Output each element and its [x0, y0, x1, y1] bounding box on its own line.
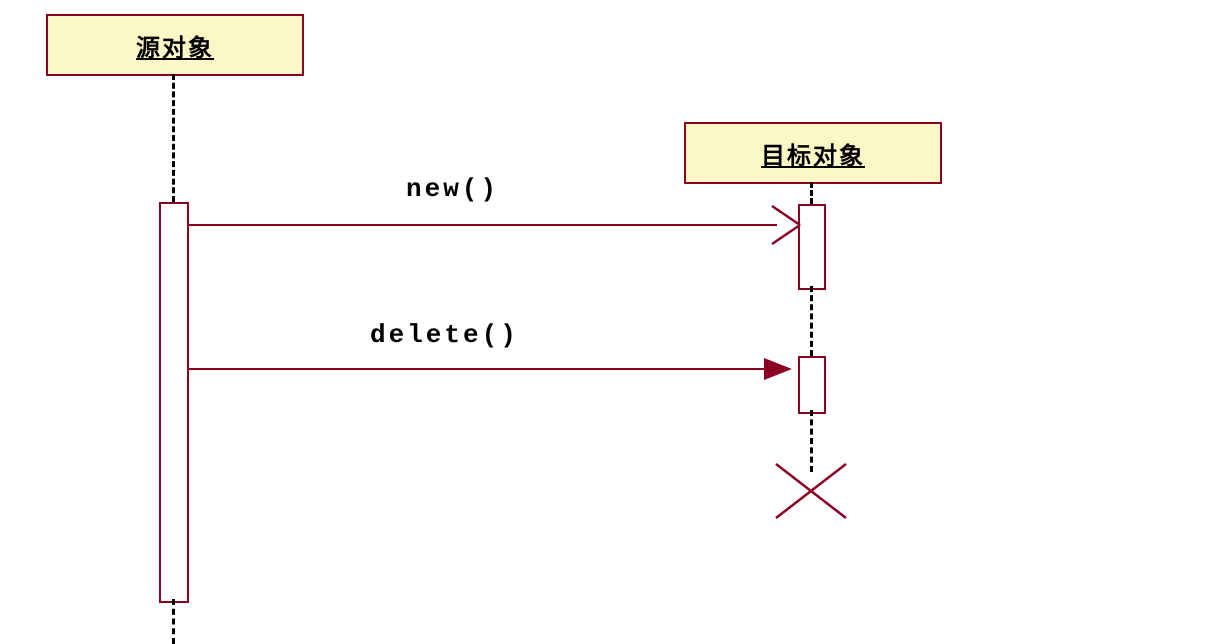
source-object-label: 源对象 [136, 28, 214, 63]
target-lifeline-1 [810, 182, 813, 204]
source-lifeline-top [172, 74, 175, 202]
destroy-x-icon [770, 458, 852, 524]
target-activation-2 [798, 356, 826, 414]
target-object-label: 目标对象 [761, 136, 865, 171]
create-arrowhead-icon [770, 204, 806, 246]
delete-message-label: delete() [370, 320, 519, 350]
source-lifeline-bottom [172, 599, 175, 644]
source-activation [159, 202, 189, 603]
target-lifeline-2 [810, 286, 813, 356]
delete-arrowhead-icon [760, 354, 796, 384]
delete-message-line [187, 368, 777, 370]
create-message-line [187, 224, 777, 226]
create-message-label: new() [406, 174, 499, 204]
target-object-box: 目标对象 [684, 122, 942, 184]
source-object-box: 源对象 [46, 14, 304, 76]
